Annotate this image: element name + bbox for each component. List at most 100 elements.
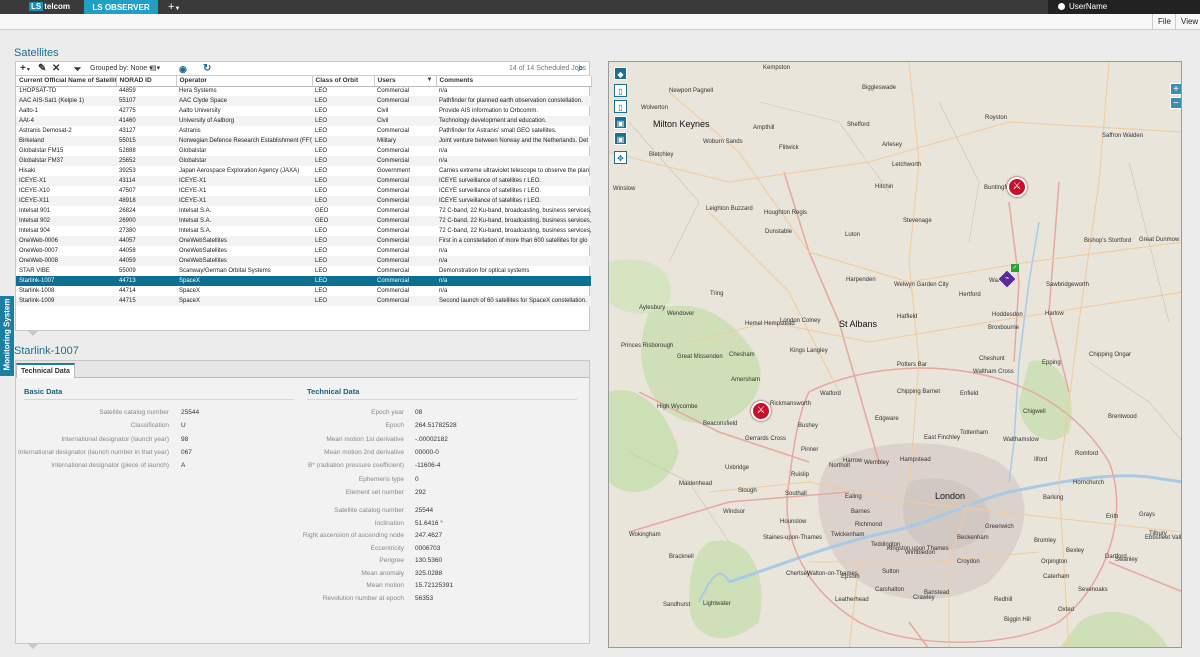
table-row[interactable]: Starlink-1009 44715 SpaceX LEO Commercial Sec… [16,296,591,306]
table-row[interactable]: Intelsat 902 26900 Intelsat S.A. GEO Commerc… [16,216,591,226]
table-row[interactable]: ICEYE-X11 48918 ICEYE-X1 LEO Commercial ICEYE… [16,196,591,206]
station-marker-beaconsfield[interactable]: ⚔ [751,401,771,421]
technical-data-heading: Technical Data [307,387,360,396]
town-label: Orpington [1041,559,1068,565]
table-row[interactable]: 1HOPSAT-TD 44859 Hera Systems LEO Commercial… [16,86,591,96]
satellite-dish-icon[interactable]: ◉ [179,62,187,76]
filter-icon[interactable]: ⏷ [74,62,81,76]
sort-desc-icon[interactable]: ▼ [427,77,433,83]
table-cell: Commercial [377,228,410,234]
top-bar: LStelcom LS OBSERVER CMS +▼ UserName [0,0,1200,27]
detail-panel-pointer [28,644,38,649]
town-label: Harlow [1045,311,1064,317]
column-header[interactable]: Comments [436,76,592,87]
table-row[interactable]: Globalstar FM15 52888 Globalstar LEO Commerc… [16,146,591,156]
column-header[interactable]: Users ▼ [374,76,437,87]
map-tool-layer-1[interactable]: ▯ [614,84,627,97]
antenna-icon: ⌁ [1004,275,1010,282]
table-row[interactable]: Hisaki 39253 Japan Aerospace Exploration A… [16,166,591,176]
table-row[interactable]: Astranis Demosat-2 43127 Astranis LEO Commer… [16,126,591,136]
zoom-in-button[interactable]: + [1170,83,1181,95]
column-header[interactable]: NORAD ID [116,76,177,87]
edit-icon[interactable]: ✎ [38,62,46,76]
column-header[interactable]: Class of Orbit [312,76,375,87]
table-row[interactable]: Birkeland 55015 Norwegian Defence Research… [16,136,591,146]
town-label: Walthamstow [1003,437,1039,443]
column-header[interactable]: Current Official Name of Satellite [16,76,117,87]
field-label: International designator (launch number … [17,448,169,456]
table-cell: LEO [315,288,328,294]
search-icon[interactable]: ⌕ [578,62,584,76]
table-row[interactable]: Starlink-1008 44714 SpaceX LEO Commercial n/a [16,286,591,296]
table-cell: LEO [312,156,374,166]
field-label: Mean motion 1st derivative [326,435,404,443]
table-cell: LEO [315,108,328,114]
town-label: Lightwater [703,601,731,607]
detail-panel: Technical Data Basic Data Technical Data… [15,360,590,644]
table-row[interactable]: Starlink-1007 44713 SpaceX LEO Commercial n/a [16,276,591,286]
table-row[interactable]: ICEYE-X10 47507 ICEYE-X1 LEO Commercial ICEYE… [16,186,591,196]
map-tool-layer-4[interactable]: ▣ [614,132,627,145]
table-row[interactable]: OneWeb-0006 44057 OneWebSatellites LEO Comme… [16,236,591,246]
table-cell: University of Aalborg [176,116,312,126]
table-cell: LEO [315,88,328,95]
side-tab-label: Monitoring System [2,298,12,371]
field-value: A [181,462,186,470]
table-row[interactable]: Intelsat 901 26824 Intelsat S.A. GEO Commerc… [16,206,591,216]
map-tool-layer-3[interactable]: ▣ [614,116,627,129]
table-cell: n/a [439,148,448,154]
refresh-icon[interactable]: ↻ [203,62,211,76]
table-row[interactable]: AAt-4 41460 University of Aalborg LEO Civil T… [16,116,591,126]
scheduled-jobs-count: 14 of 14 Scheduled Jobs [509,65,587,72]
town-label: Kempston [763,65,791,71]
group-by-dropdown[interactable]: Grouped by: None ▾ [90,62,153,76]
table-row[interactable]: Intelsat 904 27380 Intelsat S.A. LEO Commerc… [16,226,591,236]
town-label: Arlesey [882,142,903,148]
table-cell: ICEYE-X11 [16,196,116,206]
table-row[interactable]: OneWeb-0007 44058 OneWebSatellites LEO Comme… [16,246,591,256]
table-row[interactable]: STAR VIBE 55009 Scanway/German Orbital Sys… [16,266,591,276]
table-row[interactable]: ICEYE-X1 43114 ICEYE-X1 LEO Commercial ICEYE … [16,176,591,186]
table-cell: Commercial [377,268,410,274]
table-cell: 48918 [116,196,176,206]
delete-icon[interactable]: ✕ [52,62,60,76]
map-tool-layer-2[interactable]: ▯ [614,100,627,113]
town-label: Ebbsfleet Valley [1145,535,1182,541]
town-label: Cheshunt [979,356,1005,362]
zoom-out-button[interactable]: − [1170,97,1181,109]
town-label: Bracknell [669,554,694,560]
station-marker-buntingford[interactable]: ⚔ [1007,177,1027,197]
town-label: Sawbridgeworth [1046,282,1090,288]
table-cell: LEO [312,176,374,186]
map-view[interactable]: ◆ ▯ ▯ ▣ ▣ ✥ + − Kempston Biggleswade Newpo… [608,61,1182,648]
table-cell: Intelsat 902 [16,216,116,226]
town-label: Saffron Walden [1102,133,1144,139]
town-label: Redhill [994,597,1013,603]
table-cell: 44859 [119,88,136,95]
table-cell: 26824 [119,208,136,214]
menu-view[interactable]: View [1175,14,1200,30]
table-row[interactable]: Globalstar FM37 25652 Globalstar LEO Commerc… [16,156,591,166]
user-menu[interactable]: UserName [1048,0,1200,14]
tab-technical-data[interactable]: Technical Data [16,363,75,378]
menu-bar: File View [0,14,1200,30]
table-row[interactable]: AAC AIS-Sat1 (Kelpie 1) 55107 AAC Clyde Sp… [16,96,591,106]
table-row[interactable]: Aalto-1 42775 Aalto University LEO Civil Prov… [16,106,591,116]
table-row[interactable]: OneWeb-0008 44059 OneWebSatellites LEO Comme… [16,256,591,266]
map-pan-icon[interactable]: ✥ [614,151,627,164]
menu-file[interactable]: File [1152,14,1176,30]
town-label: Bromley [1034,538,1057,544]
map-tool-marker[interactable]: ◆ [614,67,627,80]
field-label: Revolution number at epoch [322,594,404,602]
add-icon[interactable]: +▼ [20,62,31,76]
monitoring-system-side-tab[interactable]: Monitoring System [0,296,13,376]
satellites-table: Current Official Name of Satellite NORAD … [16,76,592,306]
town-label: Twickenham [831,532,865,538]
column-chooser-icon[interactable]: ▤▾ [150,62,160,76]
town-label: Biggin Hill [1004,617,1031,623]
column-header[interactable]: Operator [176,76,313,87]
table-cell: Commercial [374,276,436,286]
table-cell: Birkeland [16,136,116,146]
table-cell: Carries extreme ultraviolet telescope to… [439,168,590,174]
table-cell: Scanway/German Orbital Systems [179,268,271,274]
